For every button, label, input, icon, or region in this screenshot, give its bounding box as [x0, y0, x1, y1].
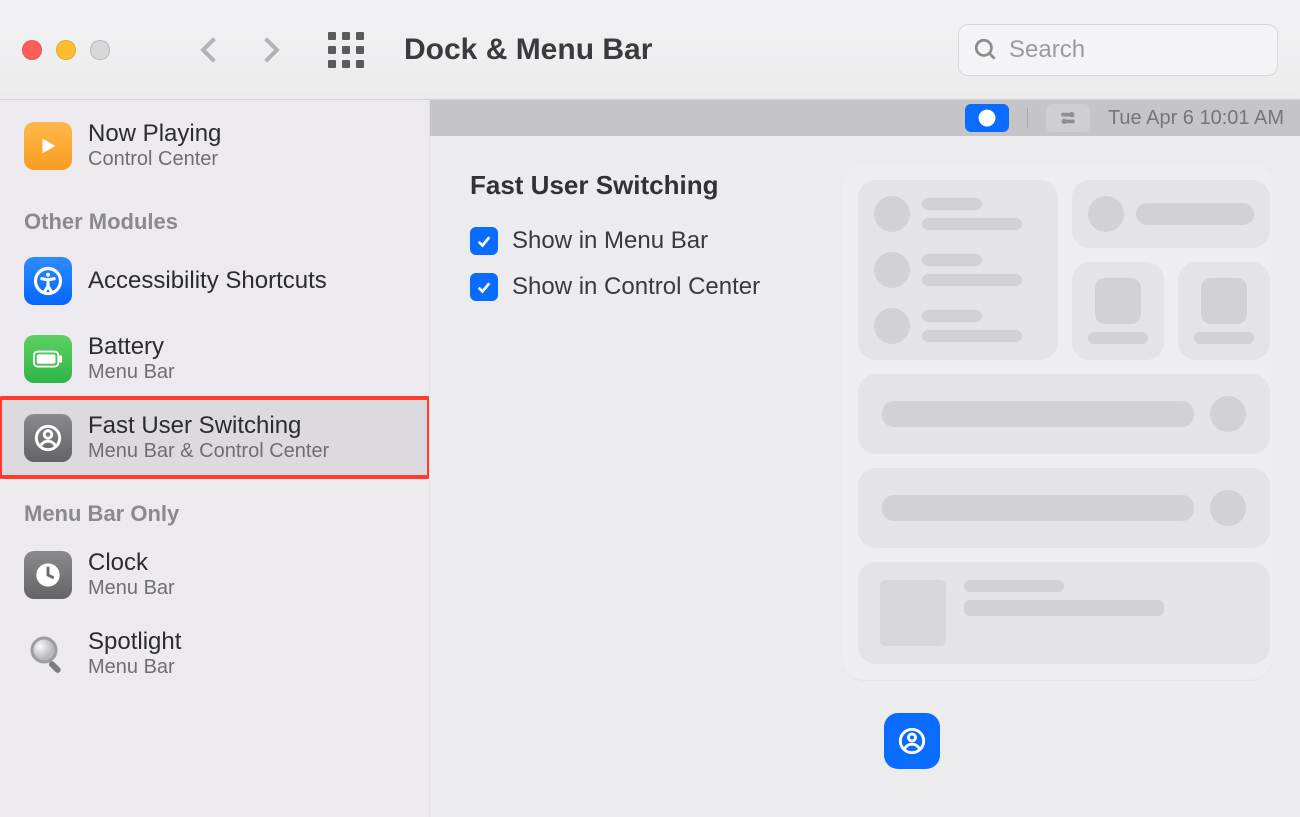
nav-arrows: [204, 41, 276, 59]
spotlight-icon: [24, 630, 72, 678]
search-field[interactable]: Search: [958, 24, 1278, 76]
control-center-preview: [870, 170, 1272, 797]
zoom-window-button[interactable]: [90, 40, 110, 60]
forward-button[interactable]: [254, 37, 279, 62]
back-button[interactable]: [200, 37, 225, 62]
window-controls: [22, 40, 110, 60]
menu-bar-preview: Tue Apr 6 10:01 AM: [430, 100, 1300, 136]
show-in-menu-bar-row[interactable]: Show in Menu Bar: [470, 227, 850, 255]
sidebar-item-label: Fast User Switching: [88, 412, 329, 440]
sidebar-item-clock[interactable]: Clock Menu Bar: [0, 535, 429, 614]
sidebar-item-label: Clock: [88, 549, 175, 577]
window-title: Dock & Menu Bar: [404, 33, 652, 67]
menu-bar-control-center-icon[interactable]: [1046, 104, 1090, 132]
user-icon: [24, 414, 72, 462]
minimize-window-button[interactable]: [56, 40, 76, 60]
checkbox-label: Show in Menu Bar: [512, 227, 708, 255]
sidebar-item-label: Battery: [88, 333, 175, 361]
cc-slider-card: [858, 374, 1270, 454]
checkbox-checked-icon[interactable]: [470, 273, 498, 301]
menu-bar-datetime: Tue Apr 6 10:01 AM: [1108, 107, 1284, 130]
menu-bar-user-icon[interactable]: [965, 104, 1009, 132]
section-menu-bar-only: Menu Bar Only: [0, 477, 429, 535]
cc-card: [1178, 262, 1270, 360]
sidebar-item-accessibility-shortcuts[interactable]: Accessibility Shortcuts: [0, 243, 429, 319]
sidebar-item-label: Accessibility Shortcuts: [88, 267, 327, 295]
checkbox-label: Show in Control Center: [512, 273, 760, 301]
settings-panel: Fast User Switching Show in Menu Bar Sho…: [470, 170, 850, 797]
cc-card: [858, 180, 1058, 360]
menu-bar-separator: [1027, 108, 1028, 128]
sidebar-item-sublabel: Menu Bar: [88, 577, 175, 600]
sidebar-item-label: Spotlight: [88, 628, 181, 656]
settings-title: Fast User Switching: [470, 170, 850, 201]
search-placeholder: Search: [1009, 36, 1085, 64]
sidebar: Now Playing Control Center Other Modules…: [0, 100, 430, 817]
content-pane: Tue Apr 6 10:01 AM Fast User Switching S…: [430, 100, 1300, 817]
sidebar-item-sublabel: Menu Bar & Control Center: [88, 440, 329, 463]
sidebar-item-label: Now Playing: [88, 120, 221, 148]
checkbox-checked-icon[interactable]: [470, 227, 498, 255]
cc-fast-user-switching-icon[interactable]: [884, 713, 940, 769]
sidebar-item-battery[interactable]: Battery Menu Bar: [0, 319, 429, 398]
cc-slider-card: [858, 468, 1270, 548]
clock-icon: [24, 551, 72, 599]
sidebar-item-sublabel: Control Center: [88, 148, 221, 171]
sidebar-item-fast-user-switching[interactable]: Fast User Switching Menu Bar & Control C…: [0, 398, 429, 477]
sidebar-item-spotlight[interactable]: Spotlight Menu Bar: [0, 614, 429, 693]
accessibility-icon: [24, 257, 72, 305]
sidebar-item-sublabel: Menu Bar: [88, 656, 181, 679]
sidebar-item-sublabel: Menu Bar: [88, 361, 175, 384]
section-other-modules: Other Modules: [0, 185, 429, 243]
search-icon: [973, 37, 999, 63]
close-window-button[interactable]: [22, 40, 42, 60]
play-icon: [24, 122, 72, 170]
cc-card: [1072, 262, 1164, 360]
sidebar-item-now-playing[interactable]: Now Playing Control Center: [0, 106, 429, 185]
battery-icon: [24, 335, 72, 383]
cc-media-card: [858, 562, 1270, 664]
toolbar: Dock & Menu Bar Search: [0, 0, 1300, 100]
cc-card: [1072, 180, 1270, 248]
show-all-prefs-button[interactable]: [328, 32, 364, 68]
show-in-control-center-row[interactable]: Show in Control Center: [470, 273, 850, 301]
